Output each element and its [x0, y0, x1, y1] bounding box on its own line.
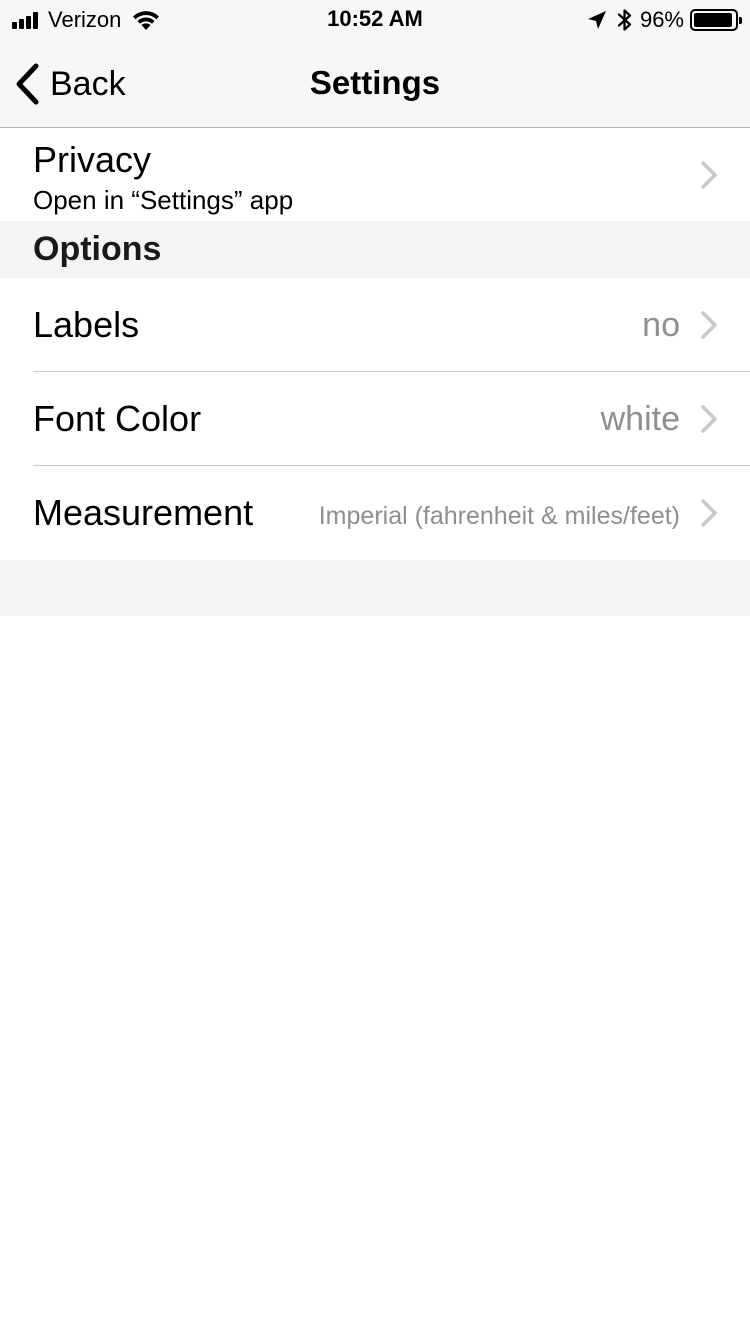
privacy-row[interactable]: Privacy Open in “Settings” app [0, 129, 750, 221]
chevron-right-icon [701, 405, 717, 433]
options-section-header: Options [0, 221, 750, 278]
chevron-right-icon [701, 499, 717, 527]
bluetooth-icon [617, 9, 632, 31]
status-right: 96% [586, 6, 742, 34]
battery-percent: 96% [639, 7, 684, 32]
privacy-title: Privacy [33, 139, 152, 180]
row-value: white [600, 400, 680, 438]
list-footer [0, 560, 750, 616]
privacy-subtitle: Open in “Settings” app [33, 185, 294, 215]
page-title: Settings [309, 64, 441, 101]
section-title: Options [33, 230, 162, 268]
row-label: Labels [33, 304, 140, 345]
battery-icon [690, 9, 742, 31]
row-value: Imperial (fahrenheit & miles/feet) [318, 502, 680, 530]
row-value: no [642, 306, 680, 344]
measurement-row[interactable]: Measurement Imperial (fahrenheit & miles… [0, 466, 750, 560]
settings-list: Privacy Open in “Settings” app Options L… [0, 129, 750, 616]
chevron-right-icon [701, 161, 717, 189]
navigation-bar: Back Settings [0, 40, 750, 128]
row-label: Measurement [33, 492, 254, 533]
status-bar: Verizon 10:52 AM 96% [0, 0, 750, 40]
row-label: Font Color [33, 398, 202, 439]
labels-row[interactable]: Labels no [0, 278, 750, 372]
font-color-row[interactable]: Font Color white [0, 372, 750, 466]
chevron-right-icon [701, 311, 717, 339]
battery-level-fill [694, 13, 733, 27]
location-icon [587, 11, 606, 29]
